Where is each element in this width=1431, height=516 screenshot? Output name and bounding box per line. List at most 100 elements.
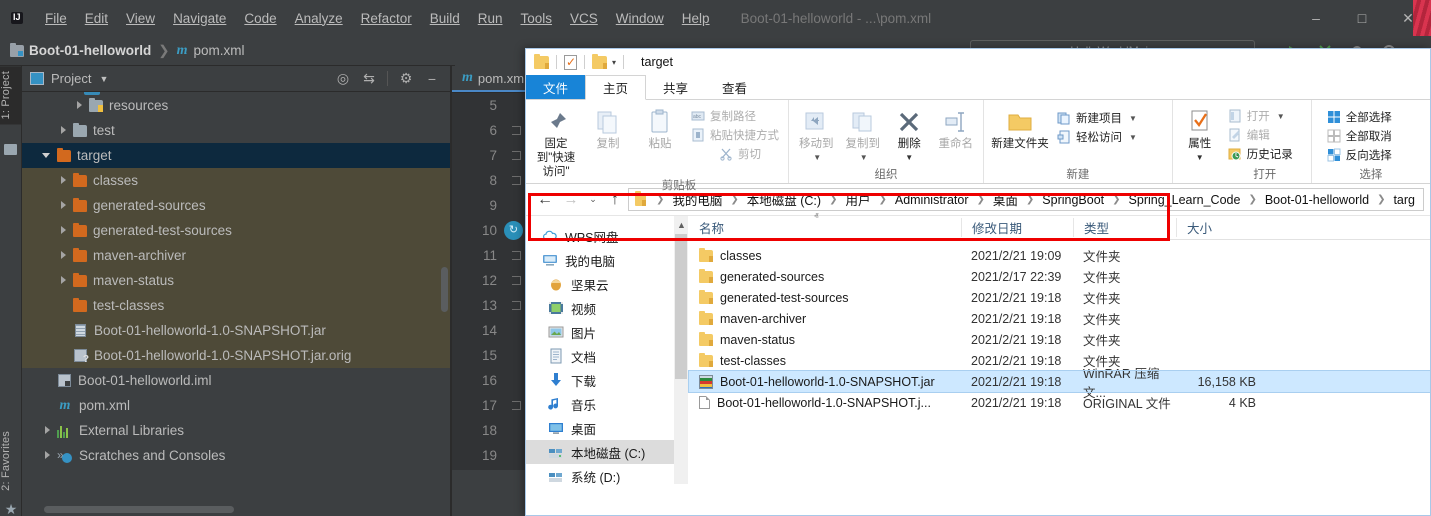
breadcrumb-project[interactable]: Boot-01-helloworld xyxy=(10,42,151,58)
file-row[interactable]: maven-status 2021/2/21 19:18 文件夹 xyxy=(689,329,1430,350)
crumb-boot-01-helloworld[interactable]: Boot-01-helloworld xyxy=(1263,193,1371,207)
nav-item-local-disk-c[interactable]: 本地磁盘 (C:) xyxy=(526,440,688,464)
copy-button[interactable]: 复制 xyxy=(583,103,633,151)
nav-item-desktop[interactable]: 桌面 xyxy=(526,416,688,440)
fold-marker-icon[interactable] xyxy=(512,251,521,260)
menu-item-edit[interactable]: Edit xyxy=(76,9,117,28)
file-row[interactable]: maven-archiver 2021/2/21 19:18 文件夹 xyxy=(689,308,1430,329)
menu-item-window[interactable]: Window xyxy=(607,9,673,28)
fold-marker-icon[interactable] xyxy=(512,151,521,160)
sidebar-item-favorites[interactable]: 2: Favorites xyxy=(0,426,22,496)
nav-item-nutstore[interactable]: 坚果云 xyxy=(526,272,688,296)
nav-item-pictures[interactable]: 图片 xyxy=(526,320,688,344)
menu-item-build[interactable]: Build xyxy=(421,9,469,28)
tree-row[interactable]: resources xyxy=(22,93,450,118)
tree-row[interactable]: test-classes xyxy=(22,293,450,318)
menu-item-help[interactable]: Help xyxy=(673,9,719,28)
menu-item-navigate[interactable]: Navigate xyxy=(164,9,235,28)
tree-row[interactable]: maven-status xyxy=(22,268,450,293)
menu-item-analyze[interactable]: Analyze xyxy=(286,9,352,28)
tree-row[interactable]: Boot-01-helloworld-1.0-SNAPSHOT.jar.orig xyxy=(22,343,450,368)
tree-vertical-scrollbar[interactable] xyxy=(441,267,448,312)
expand-arrow-icon[interactable] xyxy=(58,175,69,186)
menu-item-run[interactable]: Run xyxy=(469,9,512,28)
properties-icon[interactable] xyxy=(564,54,577,70)
tree-row-jar[interactable]: Boot-01-helloworld-1.0-SNAPSHOT.jar xyxy=(22,318,450,343)
new-item-button[interactable]: 新建项目 ▼ xyxy=(1053,109,1141,127)
history-button[interactable]: 历史记录 xyxy=(1224,145,1297,163)
crumb-spring-learn-code[interactable]: Spring_Learn_Code xyxy=(1127,193,1243,207)
expand-arrow-icon[interactable] xyxy=(58,275,69,286)
editor-gutter[interactable]: 5 6 7 8 9 10 ↻ 11 12 13 14 15 16 17 18 19 xyxy=(452,93,527,516)
move-to-button[interactable]: 移动到 ▼ xyxy=(794,103,839,165)
expand-arrow-icon[interactable] xyxy=(58,200,69,211)
column-header-name[interactable]: ⱏ 名称 xyxy=(689,211,961,237)
structure-icon[interactable] xyxy=(4,144,18,156)
new-folder-icon[interactable] xyxy=(592,53,607,69)
chevron-down-icon[interactable]: ▼ xyxy=(860,151,868,165)
locate-icon[interactable]: ◎ xyxy=(335,70,351,87)
recent-locations-button[interactable]: ⌄ xyxy=(584,194,602,205)
nav-item-music[interactable]: 音乐 xyxy=(526,392,688,416)
nav-item-documents[interactable]: 文档 xyxy=(526,344,688,368)
easy-access-button[interactable]: 轻松访问 ▼ xyxy=(1053,128,1141,146)
menu-item-code[interactable]: Code xyxy=(235,9,285,28)
tree-row-pom[interactable]: m pom.xml xyxy=(22,393,450,418)
paste-shortcut-button[interactable]: 粘贴快捷方式 xyxy=(687,126,783,144)
tree-row-target[interactable]: target xyxy=(22,143,450,168)
chevron-down-icon[interactable]: ▼ xyxy=(1129,114,1137,123)
open-button[interactable]: 打开 ▼ xyxy=(1224,107,1297,125)
maximize-button[interactable]: □ xyxy=(1339,0,1385,36)
select-none-button[interactable]: 全部取消 xyxy=(1323,127,1396,145)
tab-file[interactable]: 文件 xyxy=(526,75,586,99)
fold-marker-icon[interactable] xyxy=(512,401,521,410)
copy-to-button[interactable]: 复制到 ▼ xyxy=(841,103,886,165)
menu-item-tools[interactable]: Tools xyxy=(512,9,562,28)
expand-arrow-icon[interactable] xyxy=(58,225,69,236)
folder-icon[interactable] xyxy=(534,53,549,69)
fold-marker-icon[interactable] xyxy=(512,126,521,135)
expand-arrow-icon[interactable] xyxy=(74,100,85,111)
invert-selection-button[interactable]: 反向选择 xyxy=(1323,146,1396,164)
tab-home[interactable]: 主页 xyxy=(585,75,647,100)
column-header-size[interactable]: 大小 xyxy=(1176,218,1256,237)
nav-item-my-computer[interactable]: 我的电脑 xyxy=(526,248,688,272)
expand-arrow-icon[interactable] xyxy=(42,450,53,461)
hide-icon[interactable]: − xyxy=(424,71,440,87)
nav-item-wps[interactable]: WPS网盘 xyxy=(526,224,688,248)
tab-share[interactable]: 共享 xyxy=(646,75,705,99)
tree-row[interactable]: maven-archiver xyxy=(22,243,450,268)
chevron-down-icon[interactable]: ▼ xyxy=(1196,151,1204,165)
chevron-down-icon[interactable]: ▼ xyxy=(813,151,821,165)
rename-button[interactable]: 重命名 xyxy=(934,103,979,151)
expand-arrow-icon[interactable] xyxy=(42,425,53,436)
nav-pane-scrollbar[interactable]: ▲ xyxy=(674,216,688,484)
tree-row[interactable]: classes xyxy=(22,168,450,193)
tree-row[interactable]: generated-sources xyxy=(22,193,450,218)
maven-reload-icon[interactable]: ↻ xyxy=(504,221,523,240)
menu-item-file[interactable]: File xyxy=(36,9,76,28)
delete-button[interactable]: 删除 ▼ xyxy=(887,103,932,165)
expand-arrow-icon[interactable] xyxy=(58,250,69,261)
tree-row[interactable]: generated-test-sources xyxy=(22,218,450,243)
collapse-arrow-icon[interactable] xyxy=(42,150,53,161)
chevron-up-icon[interactable]: ▲ xyxy=(677,220,686,230)
file-row[interactable]: generated-sources 2021/2/17 22:39 文件夹 xyxy=(689,266,1430,287)
cut-button[interactable]: 剪切 xyxy=(687,145,783,163)
paste-button[interactable]: 粘贴 xyxy=(635,103,685,151)
copy-path-button[interactable]: abc 复制路径 xyxy=(687,107,783,125)
menu-item-refactor[interactable]: Refactor xyxy=(352,9,421,28)
chevron-down-icon[interactable]: ▼ xyxy=(905,151,913,165)
crumb-target[interactable]: targ xyxy=(1391,193,1417,207)
scrollbar-thumb[interactable] xyxy=(675,234,687,379)
menu-item-view[interactable]: View xyxy=(117,9,164,28)
crumb-users[interactable]: 用户 xyxy=(843,190,872,209)
collapse-all-icon[interactable]: ⇆ xyxy=(361,70,377,87)
tree-row[interactable]: test xyxy=(22,118,450,143)
column-header-date[interactable]: 修改日期 xyxy=(961,218,1073,237)
properties-button[interactable]: 属性 ▼ xyxy=(1178,103,1222,165)
tree-row[interactable]: Boot-01-helloworld.iml xyxy=(22,368,450,393)
select-all-button[interactable]: 全部选择 xyxy=(1323,108,1396,126)
sidebar-item-project[interactable]: 1: Project xyxy=(0,66,22,125)
crumb-administrator[interactable]: Administrator xyxy=(893,193,971,207)
